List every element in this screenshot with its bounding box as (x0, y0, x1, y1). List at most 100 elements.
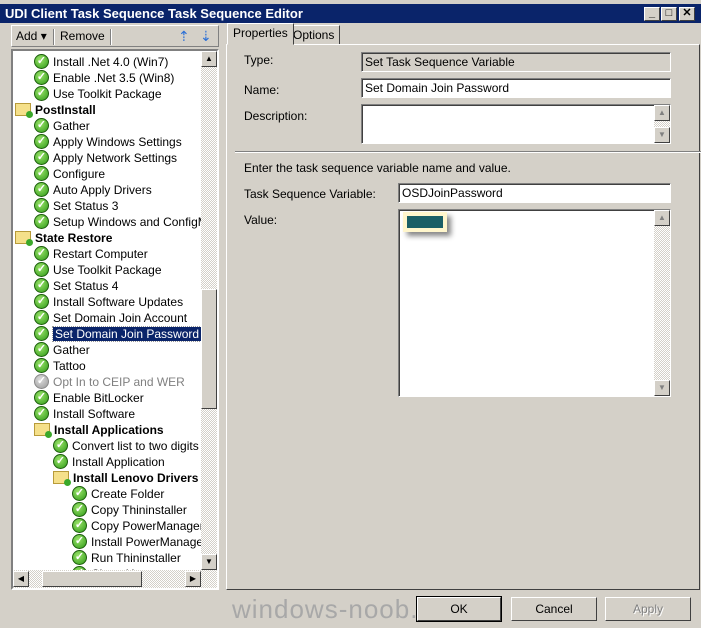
instruction-text: Enter the task sequence variable name an… (244, 161, 511, 175)
tree-item-label: Tattoo (53, 358, 86, 373)
tree-item[interactable]: ✓ Install Software (34, 405, 136, 422)
cancel-button[interactable]: Cancel (511, 597, 597, 621)
folder-icon (53, 471, 71, 487)
ok-button[interactable]: OK (416, 596, 502, 622)
tree-item[interactable]: ✓ Install PowerManager (72, 533, 208, 550)
move-up-icon[interactable]: ⇡ (178, 28, 190, 45)
tree-item[interactable]: ✓ Configure (34, 165, 105, 182)
tree-item[interactable]: ✓ Install Application (53, 453, 165, 470)
folder-icon (15, 103, 33, 119)
tree-item-label: Install Applications (54, 422, 164, 437)
tree-item-label: Gather (53, 118, 90, 133)
tab-options[interactable]: Options (287, 25, 341, 45)
tree-item[interactable]: ✓ Opt In to CEIP and WER (34, 373, 185, 390)
check-icon: ✓ (53, 454, 68, 470)
tree-item[interactable]: ✓ Gather (34, 117, 90, 134)
tree-item-label: PostInstall (35, 102, 96, 117)
tree-item[interactable]: ✓ Set Status 4 (34, 277, 118, 294)
scroll-right-button[interactable]: ▶ (185, 571, 201, 587)
check-icon: ✓ (34, 70, 49, 86)
tree-group[interactable]: State Restore (15, 229, 113, 247)
remove-button[interactable]: Remove (60, 29, 105, 43)
value-scrollbar[interactable]: ▲ ▼ (654, 210, 670, 396)
add-button[interactable]: Add ▾ (16, 29, 47, 43)
toolbar: Add ▾ Remove ⇡ ⇣ (11, 25, 219, 47)
tree-item-label: Install Lenovo Drivers (73, 470, 199, 485)
description-scrollbar[interactable]: ▲ ▼ (654, 105, 670, 143)
tree-item[interactable]: ✓ Create Folder (72, 485, 164, 502)
tree-item[interactable]: ✓ Use Toolkit Package (34, 85, 162, 102)
tree-item[interactable]: ✓ Copy Thininstaller (72, 501, 187, 518)
check-icon: ✓ (34, 86, 49, 102)
variable-input[interactable]: OSDJoinPassword (398, 183, 671, 203)
tree-item[interactable]: ✓ Use Toolkit Package (34, 261, 162, 278)
tree-item[interactable]: ✓ Apply Windows Settings (34, 133, 182, 150)
tree-item[interactable]: ✓ Gather (34, 341, 90, 358)
tree-item[interactable]: ✓ Install Software Updates (34, 293, 184, 310)
title-bar: UDI Client Task Sequence Task Sequence E… (0, 4, 701, 23)
check-icon: ✓ (34, 294, 49, 310)
description-input[interactable]: ▲ ▼ (361, 104, 671, 144)
tree-item[interactable]: ✓ Set Status 3 (34, 197, 118, 214)
apply-button[interactable]: Apply (605, 597, 691, 621)
task-sequence-tree[interactable]: ✓ Install .Net 4.0 (Win7) ✓ Enable .Net 3.5… (11, 49, 219, 590)
divider (235, 151, 701, 153)
scroll-left-button[interactable]: ◀ (13, 571, 29, 587)
scroll-up-button[interactable]: ▲ (654, 105, 670, 121)
tree-item[interactable]: ✓ Setup Windows and ConfigMgr (34, 213, 217, 230)
tree-item[interactable]: ✓ Copy PowerManager (72, 517, 204, 534)
tree-item-label: Enable .Net 3.5 (Win8) (53, 70, 175, 85)
toolbar-separator (110, 29, 112, 45)
variable-label: Task Sequence Variable: (244, 187, 376, 201)
window-title: UDI Client Task Sequence Task Sequence E… (5, 6, 303, 21)
redaction-box (403, 212, 447, 232)
tree-item-label: Convert list to two digits (72, 438, 199, 453)
scroll-down-button[interactable]: ▼ (654, 127, 670, 143)
tree-item-label: Enable BitLocker (53, 390, 144, 405)
minimize-button[interactable]: _ (644, 7, 660, 21)
tree-item-label: Install PowerManager (91, 534, 208, 549)
tree-group[interactable]: PostInstall (15, 101, 96, 119)
tree-item[interactable]: ✓ Tattoo (34, 357, 86, 374)
tree-item[interactable]: ✓ Convert list to two digits (53, 437, 199, 454)
tree-group[interactable]: Install Lenovo Drivers (53, 469, 199, 487)
value-input[interactable]: ▲ ▼ (398, 209, 671, 397)
scroll-up-button[interactable]: ▲ (654, 210, 670, 226)
tree-item[interactable]: ✓ Restart Computer (34, 245, 148, 262)
horizontal-scroll-thumb[interactable] (42, 571, 142, 587)
scroll-down-button[interactable]: ▼ (201, 554, 217, 570)
check-icon: ✓ (34, 406, 49, 422)
check-icon: ✓ (34, 214, 49, 230)
tree-item-label: Gather (53, 342, 90, 357)
tree-item[interactable]: ✓ Enable BitLocker (34, 389, 144, 406)
tree-item-label: Opt In to CEIP and WER (53, 374, 185, 389)
tree-item-label: State Restore (35, 230, 113, 245)
properties-panel: Type: Set Task Sequence Variable Name: S… (226, 44, 701, 590)
tree-item-label: Install Software Updates (53, 294, 184, 309)
horizontal-scrollbar[interactable]: ◀ ▶ (13, 570, 217, 588)
check-icon: ✓ (72, 502, 87, 518)
value-label: Value: (244, 213, 278, 227)
maximize-button[interactable]: □ (661, 7, 677, 21)
check-icon: ✓ (34, 54, 49, 70)
vertical-scroll-thumb[interactable] (201, 289, 217, 409)
move-down-icon[interactable]: ⇣ (200, 28, 212, 45)
scroll-down-button[interactable]: ▼ (654, 380, 670, 396)
check-icon: ✓ (34, 150, 49, 166)
check-icon: ✓ (34, 182, 49, 198)
name-input[interactable]: Set Domain Join Password (361, 78, 671, 98)
tree-item-label: Install .Net 4.0 (Win7) (53, 54, 169, 69)
close-button[interactable]: ✕ (679, 7, 695, 21)
tree-item[interactable]: ✓ Run Thininstaller (72, 549, 181, 566)
tree-item-label: Install Software (53, 406, 136, 421)
tree-item[interactable]: ✓ Auto Apply Drivers (34, 181, 152, 198)
tab-properties[interactable]: Properties (227, 23, 294, 45)
scroll-up-button[interactable]: ▲ (201, 51, 217, 67)
vertical-scrollbar[interactable]: ▲ ▼ (201, 51, 217, 570)
tree-item[interactable]: ✓ Install .Net 4.0 (Win7) (34, 53, 169, 70)
tree-item[interactable]: ✓ Apply Network Settings (34, 149, 177, 166)
tree-group[interactable]: Install Applications (34, 421, 164, 439)
tree-item[interactable]: ✓ Set Domain Join Password (34, 325, 203, 342)
tree-item[interactable]: ✓ Enable .Net 3.5 (Win8) (34, 69, 175, 86)
tree-item[interactable]: ✓ Set Domain Join Account (34, 309, 187, 326)
